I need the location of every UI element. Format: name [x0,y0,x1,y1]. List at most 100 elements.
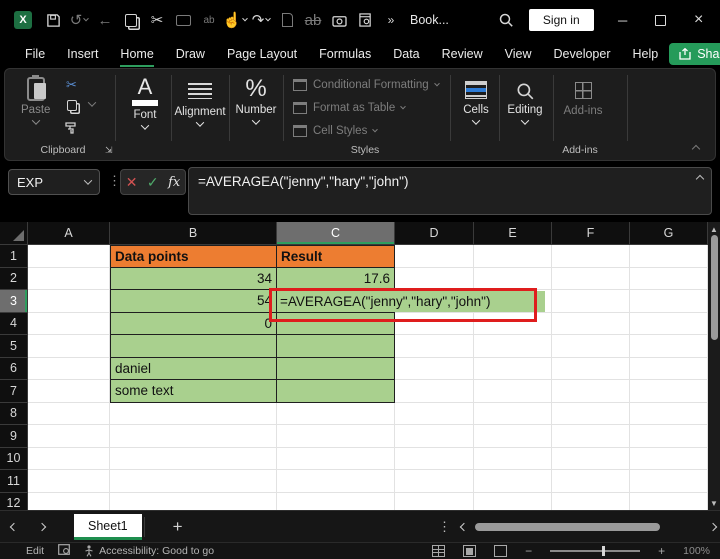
row-header-7[interactable]: 7 [0,380,28,403]
vertical-scrollbar[interactable]: ▲ ▼ [708,222,720,510]
row-header-10[interactable]: 10 [0,448,28,471]
cell-B5[interactable] [110,335,277,358]
share-button[interactable]: Share [669,43,720,65]
row-header-4[interactable]: 4 [0,313,28,336]
cell-F9[interactable] [552,425,630,448]
cell-F3[interactable] [552,290,630,313]
cell-C5[interactable] [277,335,395,358]
col-header-E[interactable]: E [474,222,552,245]
cut-icon[interactable]: ✂ [144,7,170,33]
cell-D7[interactable] [395,380,474,403]
font-group-button[interactable]: A Font [123,77,167,130]
search-icon[interactable] [493,7,519,33]
redo-icon[interactable]: ↷ [248,7,274,33]
scroll-left-icon[interactable] [460,522,468,530]
horizontal-scroll-thumb[interactable] [475,523,660,531]
name-box[interactable]: EXP [8,169,100,195]
tab-file[interactable]: File [14,42,56,66]
tab-help[interactable]: Help [622,42,670,66]
cell-F5[interactable] [552,335,630,358]
zoom-out-icon[interactable]: − [525,544,532,558]
cell-B4[interactable]: 0 [110,313,277,336]
cell-F7[interactable] [552,380,630,403]
accessibility-status[interactable]: Accessibility: Good to go [84,545,214,557]
cell-D11[interactable] [395,470,474,493]
cell-D6[interactable] [395,358,474,381]
cell-E8[interactable] [474,403,552,426]
cell-C10[interactable] [277,448,395,471]
cell-C1[interactable]: Result [277,245,395,268]
cell-F1[interactable] [552,245,630,268]
cell-C8[interactable] [277,403,395,426]
row-header-2[interactable]: 2 [0,268,28,291]
scroll-down-icon[interactable]: ▼ [708,497,720,509]
sign-in-button[interactable]: Sign in [529,9,594,31]
tab-data[interactable]: Data [382,42,430,66]
tab-page-layout[interactable]: Page Layout [216,42,308,66]
cell-B10[interactable] [110,448,277,471]
copy-dropdown-chevron[interactable] [88,98,96,106]
cell-E11[interactable] [474,470,552,493]
cell-B3[interactable]: 54 [110,290,277,313]
cell-C6[interactable] [277,358,395,381]
col-header-D[interactable]: D [395,222,474,245]
cell-F8[interactable] [552,403,630,426]
cell-A4[interactable] [28,313,110,336]
vertical-scroll-thumb[interactable] [711,235,718,340]
cancel-icon[interactable]: ✕ [126,174,138,191]
cell-E7[interactable] [474,380,552,403]
sheet-tab-sheet1[interactable]: Sheet1 [74,514,142,540]
save-icon[interactable] [40,7,66,33]
cell-G6[interactable] [630,358,708,381]
tab-formulas[interactable]: Formulas [308,42,382,66]
row-header-6[interactable]: 6 [0,358,28,381]
cell-E6[interactable] [474,358,552,381]
row-header-5[interactable]: 5 [0,335,28,358]
tab-developer[interactable]: Developer [543,42,622,66]
cell-G3[interactable] [630,290,708,313]
conditional-formatting-button[interactable]: Conditional Formatting [293,79,439,91]
cell-F2[interactable] [552,268,630,291]
copy-icon[interactable] [118,7,144,33]
tab-home[interactable]: Home [109,42,164,66]
cell-B6[interactable]: daniel [110,358,277,381]
draw-tool-icon[interactable]: ab [300,7,326,33]
cell-A7[interactable] [28,380,110,403]
add-sheet-button[interactable]: + [173,517,183,537]
next-sheet-icon[interactable] [28,524,56,530]
insert-function-icon[interactable]: fx [168,175,180,190]
format-as-table-button[interactable]: Format as Table [293,102,405,114]
cell-B12[interactable] [110,493,277,511]
cell-A5[interactable] [28,335,110,358]
collapse-ribbon-chevron[interactable] [692,145,700,153]
sheet-bar-menu-icon[interactable]: ⋮ [438,519,451,535]
page-break-view-icon[interactable] [494,545,507,557]
paste-button[interactable]: Paste [21,77,50,125]
cell-A8[interactable] [28,403,110,426]
tab-review[interactable]: Review [431,42,494,66]
cell-E2[interactable] [474,268,552,291]
col-header-F[interactable]: F [552,222,630,245]
copy-button[interactable] [67,98,77,116]
cell-styles-button[interactable]: Cell Styles [293,125,377,137]
cell-G1[interactable] [630,245,708,268]
cell-G10[interactable] [630,448,708,471]
cut-button[interactable]: ✂ [66,77,77,93]
cell-E9[interactable] [474,425,552,448]
touch-mode-icon[interactable]: ☝ [222,7,248,33]
cell-B9[interactable] [110,425,277,448]
scroll-up-icon[interactable]: ▲ [708,223,720,235]
cell-A11[interactable] [28,470,110,493]
close-button[interactable]: × [680,5,718,35]
enter-icon[interactable]: ✓ [147,174,159,191]
spelling-icon[interactable]: ab [196,7,222,33]
cell-A2[interactable] [28,268,110,291]
zoom-slider[interactable] [550,550,640,552]
row-header-9[interactable]: 9 [0,425,28,448]
cell-G11[interactable] [630,470,708,493]
cell-A9[interactable] [28,425,110,448]
cells-button[interactable]: Cells [457,77,495,125]
book-search-icon[interactable] [352,7,378,33]
cell-G8[interactable] [630,403,708,426]
cell-A1[interactable] [28,245,110,268]
